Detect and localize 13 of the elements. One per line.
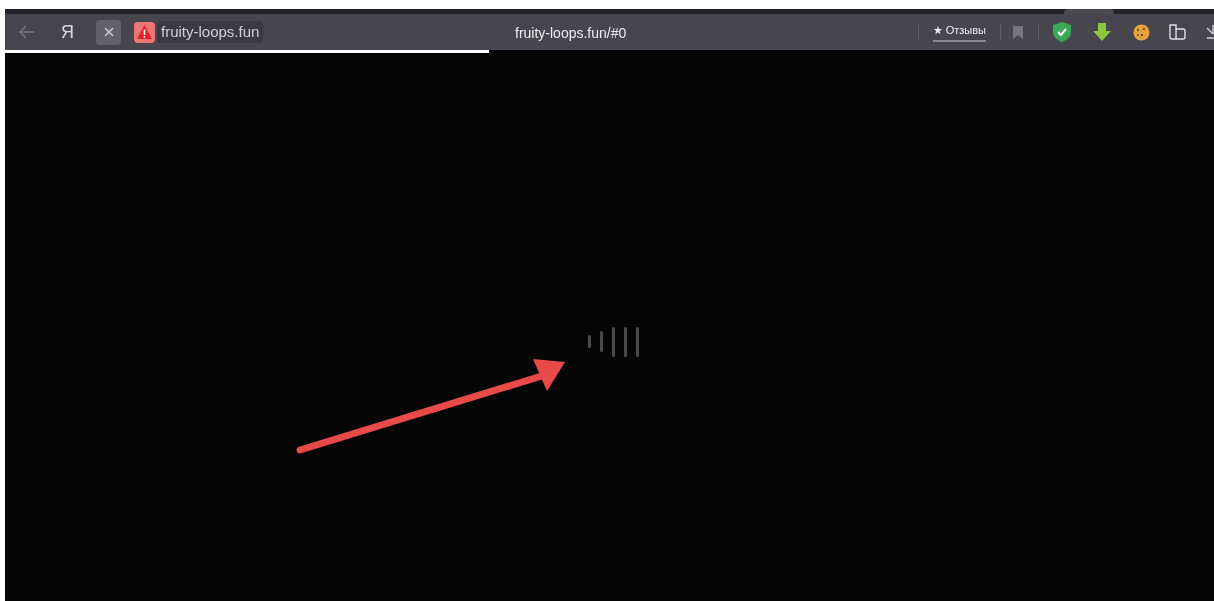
- yandex-button[interactable]: Я: [61, 18, 74, 46]
- close-icon: [103, 27, 114, 37]
- download-arrow-icon[interactable]: [1093, 23, 1111, 41]
- extension-icon[interactable]: [1168, 23, 1186, 41]
- site-name[interactable]: fruity-loops.fun: [157, 21, 264, 43]
- loading-spinner: [588, 326, 640, 358]
- cookie-icon[interactable]: [1133, 23, 1150, 41]
- reviews-button[interactable]: ★ Отзывы: [932, 22, 986, 42]
- download-icon[interactable]: [1206, 25, 1214, 39]
- warning-icon: [134, 21, 155, 43]
- shield-icon[interactable]: [1053, 22, 1071, 42]
- address-bar[interactable]: fruity-loops.fun/#0: [515, 23, 627, 44]
- stop-button[interactable]: [96, 19, 121, 45]
